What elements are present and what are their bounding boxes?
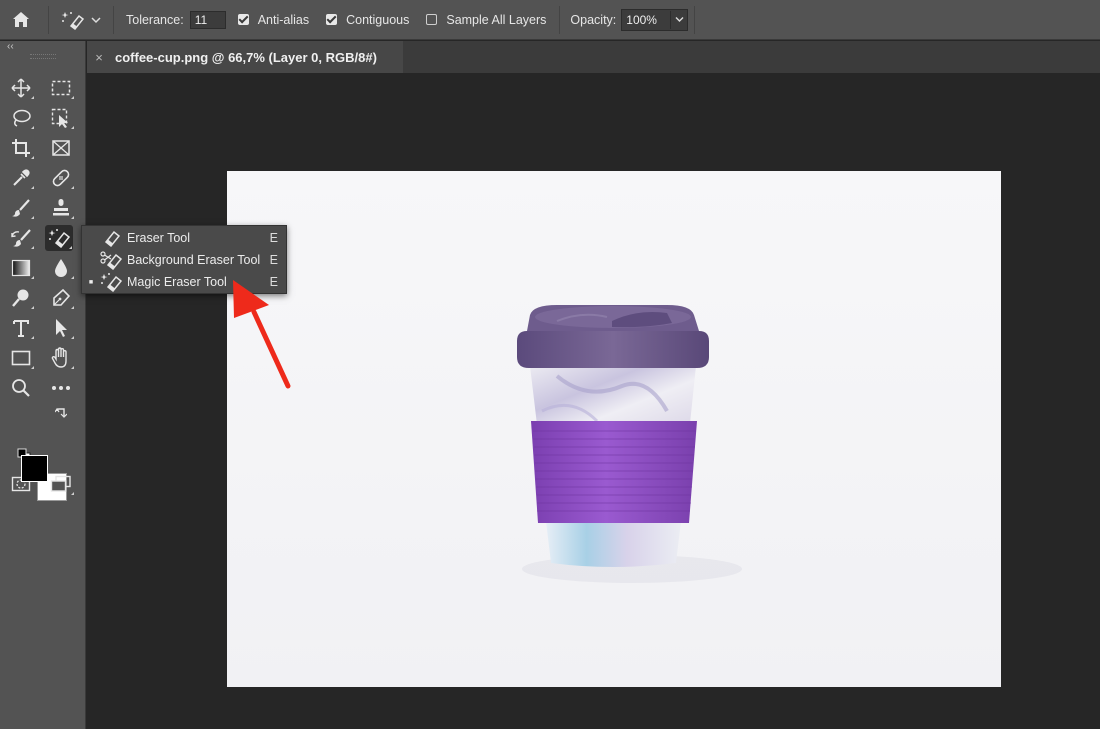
document-tab[interactable]: × coffee-cup.png @ 66,7% (Layer 0, RGB/8… (87, 41, 403, 73)
home-icon (13, 12, 29, 27)
anti-alias-label: Anti-alias (257, 12, 310, 27)
rectangular-marquee-icon (51, 80, 71, 96)
arrow-pointer-icon (56, 319, 67, 337)
type-tool[interactable] (7, 315, 35, 341)
opacity-control (621, 8, 689, 31)
stamp-icon (53, 199, 69, 216)
clone-stamp-tool[interactable] (47, 195, 75, 221)
swap-arrow-icon (55, 407, 67, 418)
background-eraser-icon (100, 250, 122, 270)
separator (113, 5, 114, 34)
contiguous-option[interactable]: Contiguous (326, 13, 409, 27)
chevron-down-icon (91, 16, 101, 23)
shortcut-key: E (269, 275, 278, 289)
menu-item-eraser-tool[interactable]: Eraser Tool E (82, 227, 286, 249)
brush-icon (12, 199, 30, 217)
path-selection-tool[interactable] (47, 315, 75, 341)
selection-bullet: ■ (88, 278, 94, 286)
sample-all-layers-label: Sample All Layers (446, 12, 547, 27)
sample-all-layers-option[interactable]: Sample All Layers (426, 13, 546, 27)
eraser-icon (100, 228, 122, 248)
collapse-panel-button[interactable]: ‹‹ (7, 41, 14, 52)
crop-tool[interactable] (7, 135, 35, 161)
anti-alias-option[interactable]: Anti-alias (237, 12, 310, 27)
dodge-tool[interactable] (7, 285, 35, 311)
move-icon (11, 78, 31, 98)
coffee-cup-image (227, 171, 1001, 687)
tolerance-input[interactable] (189, 10, 226, 29)
screen-mode-button[interactable] (47, 471, 75, 497)
edit-toolbar-button[interactable] (47, 375, 75, 401)
lasso-tool[interactable] (7, 105, 35, 131)
home-button[interactable] (0, 0, 42, 40)
zoom-icon (12, 379, 30, 397)
crop-icon (12, 139, 30, 157)
brush-tool[interactable] (7, 195, 35, 221)
swap-colors-button[interactable] (54, 406, 68, 420)
frame-icon (52, 140, 70, 156)
eraser-tool-group[interactable] (45, 225, 73, 251)
bandage-icon (52, 169, 70, 187)
eyedropper-tool[interactable] (7, 165, 35, 191)
tool-preset-picker[interactable] (55, 10, 107, 30)
marquee-tool[interactable] (47, 75, 75, 101)
gradient-tool[interactable] (7, 255, 35, 281)
healing-brush-tool[interactable] (47, 165, 75, 191)
menu-item-label: Magic Eraser Tool (127, 275, 227, 289)
panel-grip[interactable] (30, 54, 56, 59)
move-tool[interactable] (7, 75, 35, 101)
history-brush-tool[interactable] (7, 225, 35, 251)
separator (48, 5, 49, 34)
pen-tool[interactable] (47, 285, 75, 311)
tolerance-label: Tolerance: (126, 12, 184, 27)
dodge-icon (12, 289, 29, 307)
magic-eraser-icon (100, 272, 122, 292)
opacity-label: Opacity: (570, 12, 617, 27)
opacity-dropdown-button[interactable] (670, 10, 687, 29)
menu-item-label: Eraser Tool (127, 231, 190, 245)
foreground-color-swatch[interactable] (21, 455, 48, 482)
opacity-input[interactable] (622, 10, 671, 29)
separator (694, 5, 696, 34)
options-bar: Tolerance: Anti-alias Contiguous Sample … (0, 0, 1100, 40)
document-tab-bar: × coffee-cup.png @ 66,7% (Layer 0, RGB/8… (87, 41, 1100, 73)
eraser-tool-flyout-menu: Eraser Tool E Background Eraser Tool E ■ (81, 225, 287, 294)
hand-icon (51, 347, 67, 368)
type-icon (13, 320, 29, 337)
eyedropper-icon (13, 169, 30, 186)
gradient-icon (11, 259, 31, 277)
close-tab-button[interactable]: × (87, 50, 111, 65)
menu-item-label: Background Eraser Tool (127, 253, 261, 267)
pen-icon (53, 288, 71, 306)
document-canvas[interactable] (227, 171, 1001, 687)
menu-item-background-eraser-tool[interactable]: Background Eraser Tool E (82, 249, 286, 271)
screen-mode-icon (50, 475, 71, 492)
separator (559, 5, 561, 34)
shortcut-key: E (269, 253, 278, 267)
document-title: coffee-cup.png @ 66,7% (Layer 0, RGB/8#) (115, 49, 377, 65)
history-brush-icon (11, 229, 31, 247)
drop-icon (55, 259, 67, 277)
hand-tool[interactable] (47, 345, 75, 371)
rectangle-icon (11, 350, 31, 366)
chevron-down-icon (675, 17, 684, 22)
lasso-icon (13, 109, 31, 127)
magic-eraser-icon (48, 229, 70, 248)
menu-item-magic-eraser-tool[interactable]: ■ Magic Eraser Tool E (82, 271, 286, 293)
contiguous-label: Contiguous (346, 12, 410, 27)
zoom-tool[interactable] (7, 375, 35, 401)
object-selection-icon (51, 108, 68, 128)
rectangle-tool[interactable] (7, 345, 35, 371)
sample-all-layers-checkbox[interactable] (426, 14, 438, 25)
contiguous-checkbox[interactable] (326, 14, 338, 25)
tools-panel: ‹‹ (0, 41, 86, 729)
more-icon (52, 386, 70, 390)
anti-alias-checkbox[interactable] (237, 14, 249, 25)
object-selection-tool[interactable] (47, 105, 75, 131)
shortcut-key: E (269, 231, 278, 245)
frame-tool[interactable] (47, 135, 75, 161)
magic-eraser-icon (61, 11, 85, 30)
blur-tool[interactable] (47, 255, 75, 281)
